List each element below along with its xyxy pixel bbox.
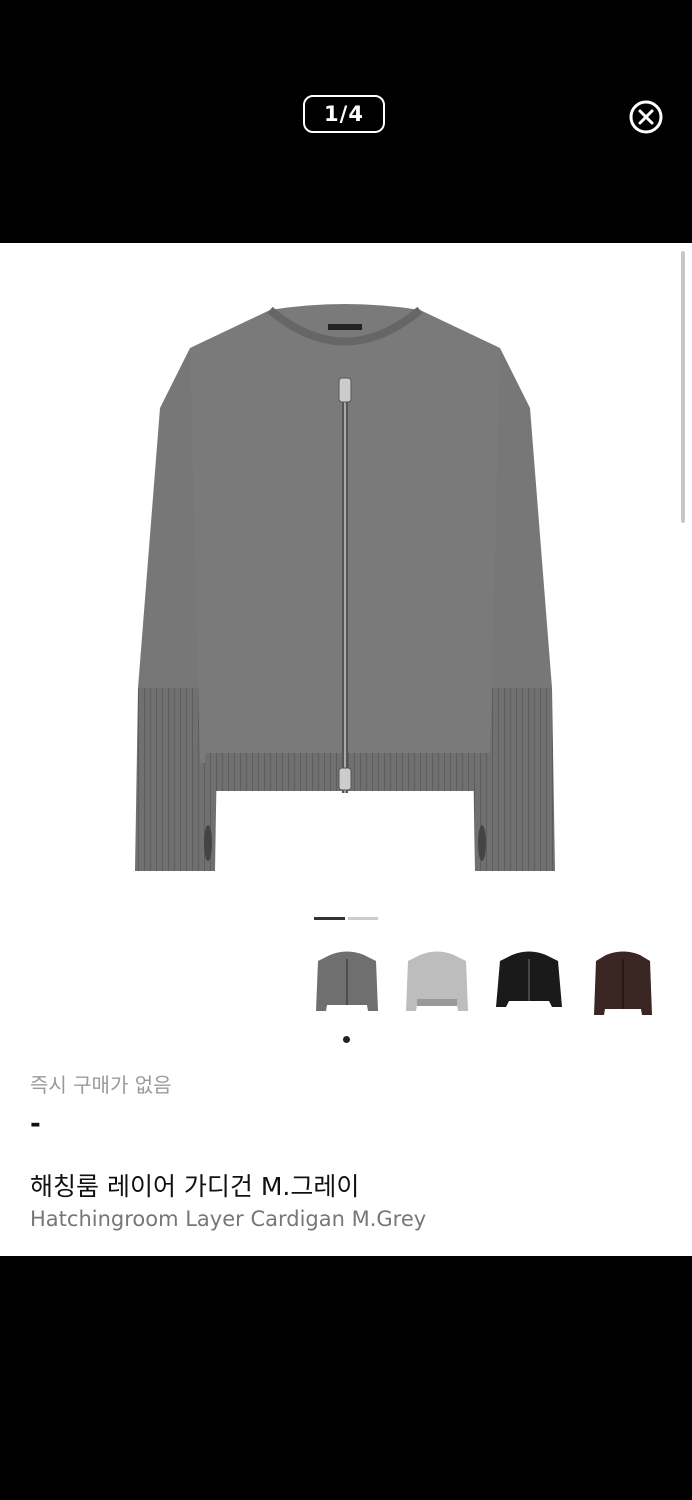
image-counter: 1/4 xyxy=(303,95,385,133)
viewer-footer xyxy=(0,1256,692,1500)
product-sheet: 즉시 구매가 없음 - 해칭룸 레이어 가디건 M.그레이 Hatchingro… xyxy=(0,243,692,1256)
pager-indicator-active xyxy=(314,917,345,920)
buy-status: 즉시 구매가 없음 xyxy=(30,1073,172,1097)
grey-cardigan-thumb[interactable] xyxy=(312,943,382,1033)
product-name-korean: 해칭룸 레이어 가디건 M.그레이 xyxy=(30,1172,360,1201)
selected-thumb-dot xyxy=(343,1036,350,1043)
product-name-english: Hatchingroom Layer Cardigan M.Grey xyxy=(30,1207,427,1231)
close-icon[interactable] xyxy=(627,98,665,136)
price: - xyxy=(30,1109,41,1139)
viewer-header: 1/4 xyxy=(0,0,692,243)
lightgrey-sweater-thumb[interactable] xyxy=(402,943,472,1033)
black-cardigan-thumb[interactable] xyxy=(494,943,564,1033)
pager-indicator xyxy=(348,917,378,920)
brown-cardigan-thumb[interactable] xyxy=(588,943,658,1033)
scrollbar[interactable] xyxy=(681,251,685,523)
product-image[interactable] xyxy=(120,298,570,878)
